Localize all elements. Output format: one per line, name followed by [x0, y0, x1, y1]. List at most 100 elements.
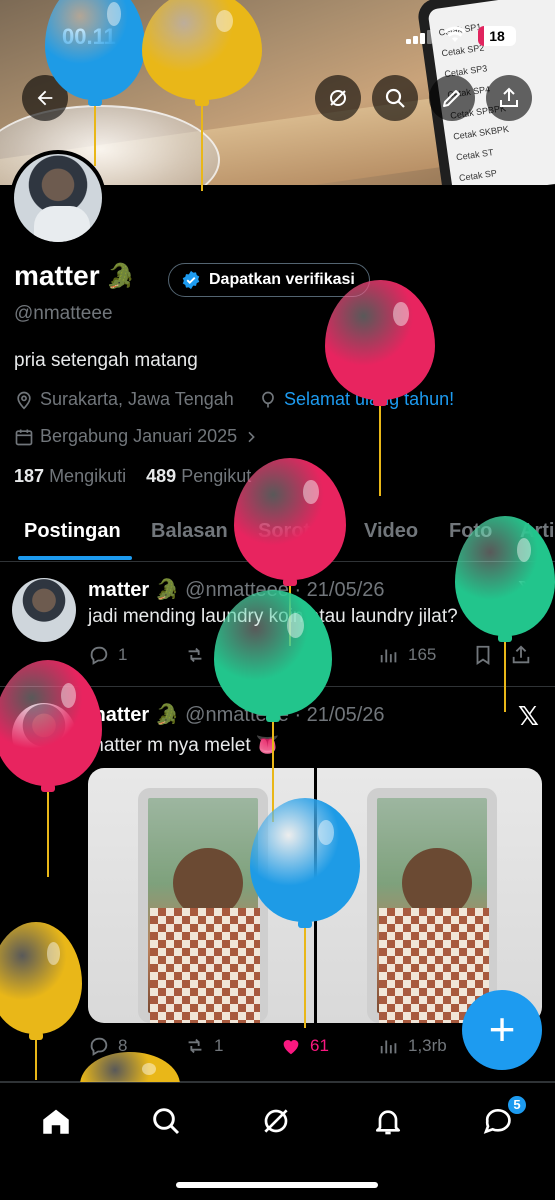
- repost-button[interactable]: [184, 644, 214, 666]
- nav-search[interactable]: [146, 1101, 186, 1141]
- post-header: matter 🐊 @nmatteee · 21/05/26: [88, 702, 385, 727]
- arrow-left-icon: [37, 90, 53, 106]
- compose-post-button[interactable]: +: [462, 990, 542, 1070]
- share-icon: [512, 645, 530, 664]
- location-text: Surakarta, Jawa Tengah: [40, 389, 234, 409]
- post-actions: 1 165: [88, 644, 530, 672]
- birthday-link[interactable]: Selamat ulang tahun!: [284, 389, 454, 410]
- reply-button[interactable]: 1: [88, 644, 127, 666]
- post[interactable]: matter 🐊 @nmatteee · 21/05/26 jadi mendi…: [0, 562, 555, 687]
- tab-video[interactable]: Video: [364, 520, 418, 543]
- profile-handle: @nmatteee: [14, 303, 113, 324]
- crocodile-emoji: 🐊: [154, 704, 180, 726]
- get-verified-button[interactable]: Dapatkan verifikasi: [168, 263, 370, 297]
- post-avatar[interactable]: [12, 703, 76, 767]
- search-icon: [385, 88, 405, 108]
- photo-towel: [150, 908, 260, 1023]
- get-verified-label: Dapatkan verifikasi: [209, 271, 355, 288]
- crocodile-emoji: 🐊: [154, 579, 180, 601]
- status-bar: 00.11 18: [0, 0, 555, 70]
- reply-icon: [90, 646, 108, 665]
- following-count[interactable]: 187: [14, 466, 44, 486]
- tab-posts[interactable]: Postingan: [24, 520, 121, 543]
- reply-icon: [90, 1037, 108, 1056]
- post-photo[interactable]: [316, 768, 542, 1023]
- balloon-icon: [262, 391, 274, 407]
- views-icon: [380, 1040, 397, 1054]
- post-media[interactable]: [88, 768, 542, 1023]
- reply-count: 8: [118, 1036, 128, 1055]
- edit-button[interactable]: [429, 75, 475, 121]
- post-photo[interactable]: [88, 768, 314, 1023]
- post-author-handle: @nmatteee: [185, 579, 289, 601]
- post-header: matter 🐊 @nmatteee · 21/05/26: [88, 577, 385, 602]
- reply-count: 1: [118, 645, 128, 664]
- signal-icon: [406, 30, 432, 44]
- search-button[interactable]: [372, 75, 418, 121]
- profile-avatar[interactable]: [10, 150, 106, 246]
- grok-icon: [264, 1109, 288, 1133]
- wifi-icon: [444, 26, 466, 50]
- home-indicator: [176, 1182, 378, 1188]
- like-button[interactable]: 61: [280, 1035, 329, 1057]
- post-date: · 21/05/26: [294, 579, 385, 601]
- profile-birthday[interactable]: Selamat ulang tahun!: [258, 389, 454, 410]
- profile-location: Surakarta, Jawa Tengah: [14, 389, 234, 410]
- profile-joined[interactable]: Bergabung Januari 2025: [14, 426, 259, 447]
- home-icon: [43, 1109, 69, 1134]
- nav-home[interactable]: [36, 1101, 76, 1141]
- post-avatar[interactable]: [12, 578, 76, 642]
- repost-count: 1: [214, 1036, 224, 1055]
- post-author-name: matter: [88, 704, 150, 726]
- follow-counts: 187 Mengikuti 489 Pengikut: [14, 466, 251, 487]
- messages-badge: 5: [506, 1094, 528, 1116]
- bookmark-button[interactable]: [472, 644, 494, 666]
- crocodile-emoji: 🐊: [105, 262, 136, 290]
- views-icon: [380, 649, 397, 663]
- repost-button[interactable]: 1: [184, 1035, 223, 1057]
- active-tab-indicator: [18, 556, 132, 560]
- status-time: 00.11: [62, 24, 116, 49]
- repost-icon: [188, 1038, 202, 1054]
- profile-name: matter: [14, 260, 100, 291]
- post-text: matter m nya melet 👅: [88, 735, 280, 756]
- back-button[interactable]: [22, 75, 68, 121]
- nav-grok[interactable]: [256, 1101, 296, 1141]
- post-text: jadi mending laundry koin atau laundry j…: [88, 606, 458, 627]
- profile-name-row: matter 🐊: [14, 260, 135, 292]
- share-button[interactable]: [486, 75, 532, 121]
- post-author-name: matter: [88, 579, 150, 601]
- bell-icon: [376, 1110, 400, 1135]
- pencil-icon: [443, 90, 460, 107]
- views-button[interactable]: 1,3rb: [378, 1035, 447, 1057]
- nav-notifications[interactable]: [368, 1101, 408, 1141]
- tab-photos[interactable]: Foto: [449, 520, 492, 543]
- following-label[interactable]: Mengikuti: [49, 466, 126, 486]
- tab-highlights[interactable]: Sorotan: [258, 520, 334, 543]
- location-pin-icon: [17, 391, 31, 410]
- bookmark-icon: [476, 645, 490, 665]
- post-author-handle: @nmatteee: [185, 704, 289, 726]
- like-count: 61: [310, 1036, 329, 1055]
- tab-articles[interactable]: Artikel: [520, 520, 555, 543]
- repost-icon: [188, 647, 202, 663]
- tab-replies[interactable]: Balasan: [151, 520, 228, 543]
- profile-bio: pria setengah matang: [14, 350, 198, 371]
- avatar-body: [34, 206, 90, 242]
- x-logo-icon: 𝕏: [518, 701, 539, 731]
- views-count: 165: [408, 645, 437, 664]
- share-post-button[interactable]: [510, 644, 532, 666]
- followers-count[interactable]: 489: [146, 466, 176, 486]
- reply-button[interactable]: 8: [88, 1035, 127, 1057]
- chevron-right-icon: [248, 431, 255, 442]
- heart-filled-icon: [283, 1040, 299, 1055]
- battery-icon: 18: [478, 26, 516, 46]
- views-button[interactable]: 165: [378, 644, 436, 666]
- verified-badge-icon: [182, 270, 200, 290]
- grok-icon: [330, 90, 346, 106]
- share-icon: [500, 87, 518, 107]
- grok-button[interactable]: [315, 75, 361, 121]
- search-icon: [153, 1108, 180, 1135]
- followers-label[interactable]: Pengikut: [181, 466, 251, 486]
- views-count: 1,3rb: [408, 1036, 447, 1055]
